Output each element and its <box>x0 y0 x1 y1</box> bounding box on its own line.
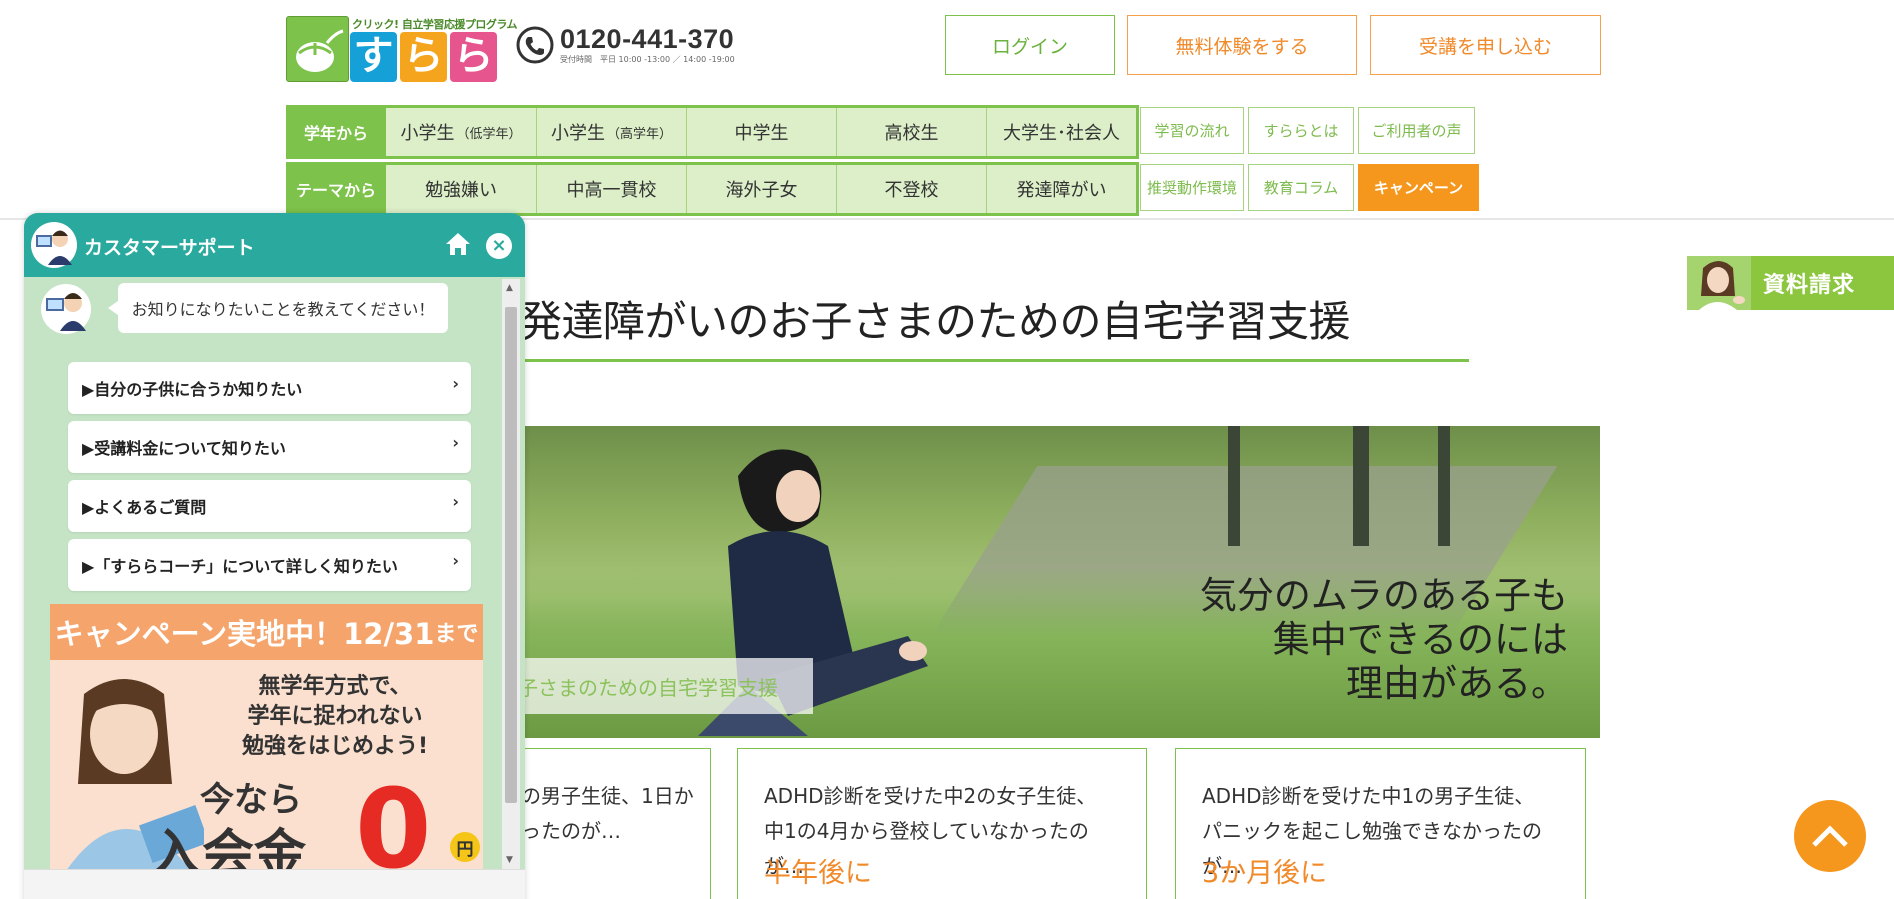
case-card[interactable]: ADHD診断を受けた中2の女子生徒、中1の4月から登校していなかったのが… 半年… <box>737 748 1147 899</box>
login-button[interactable]: ログイン <box>945 15 1115 75</box>
case-card-result: 半年後に <box>764 858 872 889</box>
scrollbar-thumb[interactable] <box>505 307 517 803</box>
page-title: 発達障がいのお子さまのための自宅学習支援 <box>520 297 1351 346</box>
chat-option-faq[interactable]: ▶よくあるご質問 › <box>68 480 471 532</box>
title-underline <box>520 359 1469 362</box>
chat-scrollbar[interactable]: ▲ ▼ <box>502 279 520 869</box>
nav-item-school-refusal[interactable]: 不登校 <box>836 165 986 213</box>
campaign-fee-value: 0 <box>355 765 432 874</box>
chat-header: カスタマーサポート × <box>24 213 525 277</box>
nav-item-integrated-school[interactable]: 中高一貫校 <box>536 165 686 213</box>
logo-tile: ら <box>450 32 497 82</box>
logo-wordmark: す ら ら <box>350 32 497 82</box>
phone-contact: 0120-441-370 受付時間 平日 10:00 -13:00 ／ 14:0… <box>516 24 736 69</box>
case-card[interactable]: ADHD診断を受けた中1の男子生徒、パニックを起こし勉強できなかったのが… 3か… <box>1175 748 1586 899</box>
campaign-copy: 無学年方式で、 学年に捉われない 勉強をはじめよう! <box>190 672 480 762</box>
campaign-headline-suffix: まで <box>434 622 479 647</box>
campaign-headline-text: キャンペーン実地中！12/31 <box>54 617 435 651</box>
chat-option-suitability[interactable]: ▶自分の子供に合うか知りたい › <box>68 362 471 414</box>
close-icon[interactable]: × <box>486 233 512 259</box>
nav-campaign[interactable]: キャンペーン <box>1358 164 1479 211</box>
campaign-copy-line: 無学年方式で、 <box>258 674 412 699</box>
nav-item-label: 小学生 <box>400 123 455 144</box>
chat-greeting: お知りになりたいことを教えてください！ <box>108 283 448 333</box>
nav-learning-flow[interactable]: 学習の流れ <box>1140 107 1244 154</box>
nav-item-sub: （高学年） <box>606 126 672 142</box>
case-card[interactable]: の男子生徒、1日かったのが… <box>520 748 711 899</box>
nav-item-university-adult[interactable]: 大学生･社会人 <box>986 108 1136 156</box>
nav-item-dislike-study[interactable]: 勉強嫌い <box>386 165 536 213</box>
nav-item-overseas[interactable]: 海外子女 <box>686 165 836 213</box>
hero-copy-line: 気分のムラのある子も <box>1199 574 1568 617</box>
case-card-result: 3か月後に <box>1202 858 1328 889</box>
nav-item-elementary-lower[interactable]: 小学生 （低学年） <box>386 108 536 156</box>
document-request-label: 資料請求 <box>1763 273 1856 298</box>
support-agent-avatar-icon <box>41 284 91 334</box>
chevron-up-icon <box>1812 825 1848 847</box>
chat-footer <box>24 869 525 899</box>
hero-copy-line: 理由がある。 <box>1346 662 1568 705</box>
nav-item-developmental[interactable]: 発達障がい <box>986 165 1136 213</box>
support-agent-avatar-icon <box>31 222 77 268</box>
phone-hours: 受付時間 平日 10:00 -13:00 ／ 14:00 -19:00 <box>560 55 735 64</box>
nav-item-high-school[interactable]: 高校生 <box>836 108 986 156</box>
hero-post <box>1353 426 1369 546</box>
nav-user-voices[interactable]: ご利用者の声 <box>1358 107 1475 154</box>
hero-copy: 気分のムラのある子も 集中できるのには 理由がある。 <box>1200 574 1568 706</box>
customer-support-chat: カスタマーサポート × お知りになりたいことを教えてください！ ▶自分の子供に合… <box>24 213 525 899</box>
chevron-right-icon: › <box>452 374 459 393</box>
logo-tile: ら <box>400 32 447 82</box>
case-card-text: の男子生徒、1日かったのが… <box>521 784 694 843</box>
nav-item-sub: （低学年） <box>456 126 522 142</box>
campaign-copy-line: 勉強をはじめよう! <box>241 734 429 759</box>
chat-option-label: ▶「すららコーチ」について詳しく知りたい <box>82 557 398 576</box>
chevron-right-icon: › <box>452 551 459 570</box>
nav-item-label: 小学生 <box>550 123 605 144</box>
campaign-fee-label: 入会金 <box>150 825 307 874</box>
nav-education-column[interactable]: 教育コラム <box>1248 164 1354 211</box>
nav-by-grade: 学年から 小学生 （低学年） 小学生 （高学年） 中学生 高校生 大学生･社会人 学… <box>286 105 1475 159</box>
nav-theme-heading: テーマから <box>286 162 386 216</box>
apply-button[interactable]: 受講を申し込む <box>1370 15 1601 75</box>
chat-option-label: ▶自分の子供に合うか知りたい <box>82 380 303 399</box>
mouse-logo-icon <box>286 16 349 82</box>
home-icon[interactable] <box>444 231 472 257</box>
hero-post <box>1228 426 1240 546</box>
campaign-banner[interactable]: キャンペーン実地中！12/31 まで 無学年方式で、 学年に捉われない 勉強をはじ… <box>50 604 483 874</box>
logo-tile: す <box>350 32 397 82</box>
nav-recommended-env[interactable]: 推奨動作環境 <box>1140 164 1244 211</box>
girl-avatar-icon <box>1687 256 1751 310</box>
nav-item-junior-high[interactable]: 中学生 <box>686 108 836 156</box>
document-request-tab[interactable]: 資料請求 <box>1687 256 1894 310</box>
campaign-headline: キャンペーン実地中！12/31 まで <box>50 604 483 660</box>
hero-copy-line: 集中できるのには <box>1272 618 1568 661</box>
chat-option-fees[interactable]: ▶受講料金について知りたい › <box>68 421 471 473</box>
phone-number[interactable]: 0120-441-370 <box>560 24 734 55</box>
nav-by-theme: テーマから 勉強嫌い 中高一貫校 海外子女 不登校 発達障がい 推奨動作環境 教… <box>286 162 1479 216</box>
chat-title: カスタマーサポート <box>84 237 255 259</box>
chat-option-coach[interactable]: ▶「すららコーチ」について詳しく知りたい › <box>68 539 471 591</box>
nav-about-surara[interactable]: すららとは <box>1248 107 1354 154</box>
hero-label: 子さまのための自宅学習支援 <box>508 658 813 714</box>
scroll-down-icon[interactable]: ▼ <box>506 855 513 865</box>
chevron-right-icon: › <box>452 433 459 452</box>
nav-grade-heading: 学年から <box>286 105 386 159</box>
phone-icon <box>516 26 554 64</box>
nav-item-elementary-upper[interactable]: 小学生 （高学年） <box>536 108 686 156</box>
campaign-fee-unit: 円 <box>450 832 480 862</box>
chat-option-label: ▶受講料金について知りたい <box>82 439 286 458</box>
chevron-right-icon: › <box>452 492 459 511</box>
nav-theme-items: 勉強嫌い 中高一貫校 海外子女 不登校 発達障がい <box>386 162 1139 216</box>
hero-post <box>1438 426 1450 546</box>
chat-option-label: ▶よくあるご質問 <box>82 498 207 517</box>
back-to-top-button[interactable] <box>1794 800 1866 872</box>
nav-grade-items: 小学生 （低学年） 小学生 （高学年） 中学生 高校生 大学生･社会人 <box>386 105 1139 159</box>
scroll-up-icon[interactable]: ▲ <box>506 283 513 293</box>
surara-logo[interactable]: クリック! 自立学習応援プログラム す ら ら <box>286 16 518 82</box>
logo-tagline: クリック! 自立学習応援プログラム <box>352 18 518 31</box>
campaign-copy-line: 学年に捉われない <box>247 704 423 729</box>
hero-banner: 気分のムラのある子も 集中できるのには 理由がある。 子さまのための自宅学習支援 <box>508 426 1600 738</box>
free-trial-button[interactable]: 無料体験をする <box>1127 15 1357 75</box>
